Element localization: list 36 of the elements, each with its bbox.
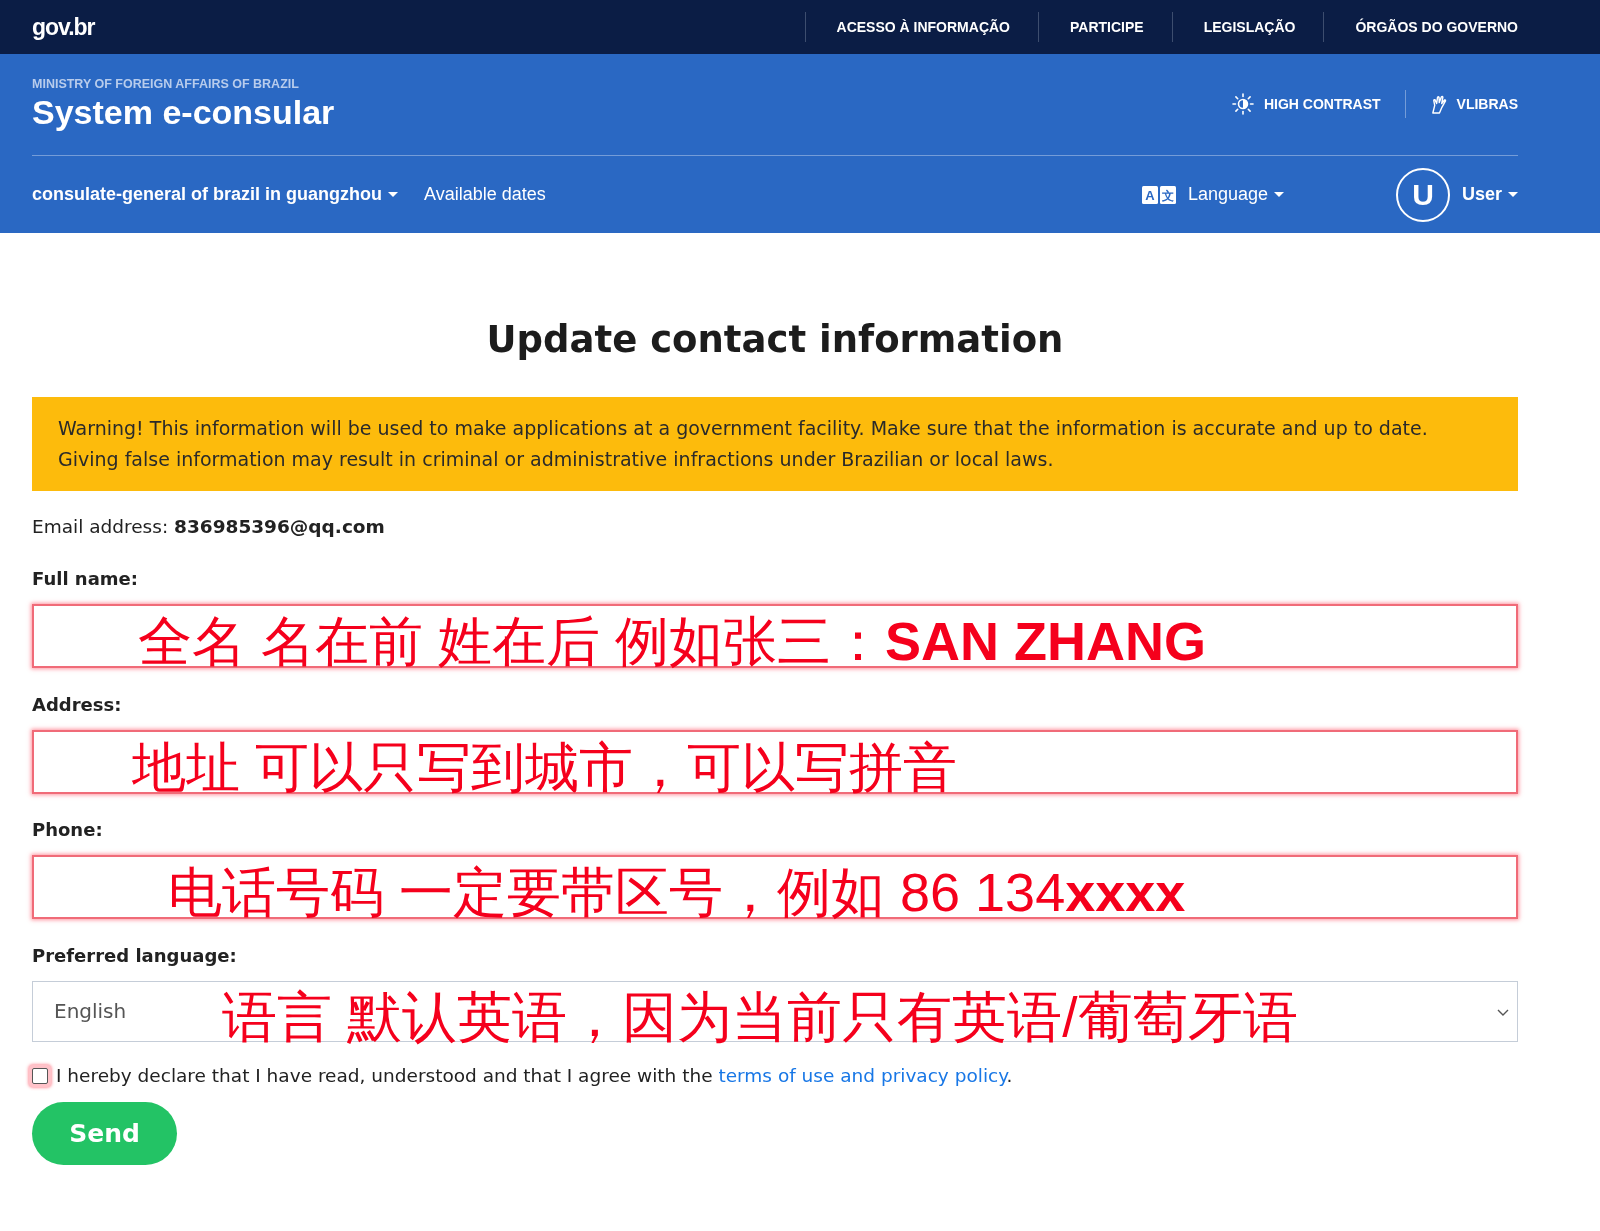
- annotation-text: 电话号码 一定要带区号，例如 86 134xxxx: [168, 865, 1186, 919]
- agreement-text: I hereby declare that I have read, understood and that I agree with the terms of use and privacy policy.: [56, 1063, 1013, 1088]
- chevron-down-icon: [1497, 1008, 1509, 1016]
- email-address-text: Email address: 836985396@qq.com: [32, 515, 386, 539]
- hand-icon: [1429, 94, 1447, 114]
- user-avatar: U: [1395, 167, 1450, 222]
- sign-language-button[interactable]: VLIBRAS: [1405, 94, 1518, 114]
- annotation-text: 地址 可以只写到城市，可以写拼音: [132, 739, 957, 794]
- input-field[interactable]: 全名 名在前 姓在后 例如张三：SAN ZHANG: [32, 604, 1518, 668]
- input-field[interactable]: 电话号码 一定要带区号，例如 86 134xxxx: [32, 855, 1518, 919]
- high-contrast-button[interactable]: HIGH CONTRAST: [1207, 93, 1405, 115]
- annotation-text: 语言 默认英语，因为当前只有英语/葡萄牙语: [222, 989, 1298, 1045]
- field-label: Preferred language:: [32, 944, 238, 967]
- input-field[interactable]: 地址 可以只写到城市，可以写拼音: [32, 729, 1518, 794]
- consulate-menu[interactable]: consulate-general of brazil in guangzhou: [32, 184, 399, 205]
- field-label: Address:: [32, 693, 123, 716]
- field-label: Phone:: [32, 819, 104, 841]
- system-title: System e-consular: [32, 92, 335, 132]
- user-menu[interactable]: U User: [1395, 167, 1518, 222]
- page-title: Update contact information: [485, 317, 1065, 363]
- ministry-name: MINISTRY OF FOREIGN AFFAIRS OF BRAZIL: [32, 76, 300, 92]
- caret-icon: [388, 192, 399, 197]
- top-nav-link[interactable]: ÓRGÃOS DO GOVERNO: [1355, 19, 1518, 35]
- annotation-text: 全名 名在前 姓在后 例如张三：SAN ZHANG: [138, 614, 1206, 668]
- caret-icon: [1273, 192, 1284, 197]
- field-label: Full name:: [32, 568, 139, 590]
- caret-icon: [1508, 192, 1518, 197]
- language-menu[interactable]: A 文 Language: [1141, 184, 1284, 205]
- terms-link[interactable]: terms of use and privacy policy: [718, 1064, 1007, 1086]
- warning-text: Warning! This information will be used to make applications at a government facility. Make sure that the information is accurate and up to date. Giving false information may result in criminal or administrative infractions under Brazilian or local laws.: [58, 416, 1429, 472]
- nav-link[interactable]: Available dates: [424, 184, 546, 205]
- sun-icon: [1231, 93, 1254, 115]
- logo[interactable]: gov.br: [32, 13, 95, 41]
- top-nav-link[interactable]: LEGISLAÇÃO: [1203, 19, 1296, 35]
- top-nav-link[interactable]: PARTICIPE: [1070, 19, 1144, 35]
- top-nav-link[interactable]: ACESSO À INFORMAÇÃO: [836, 19, 1010, 35]
